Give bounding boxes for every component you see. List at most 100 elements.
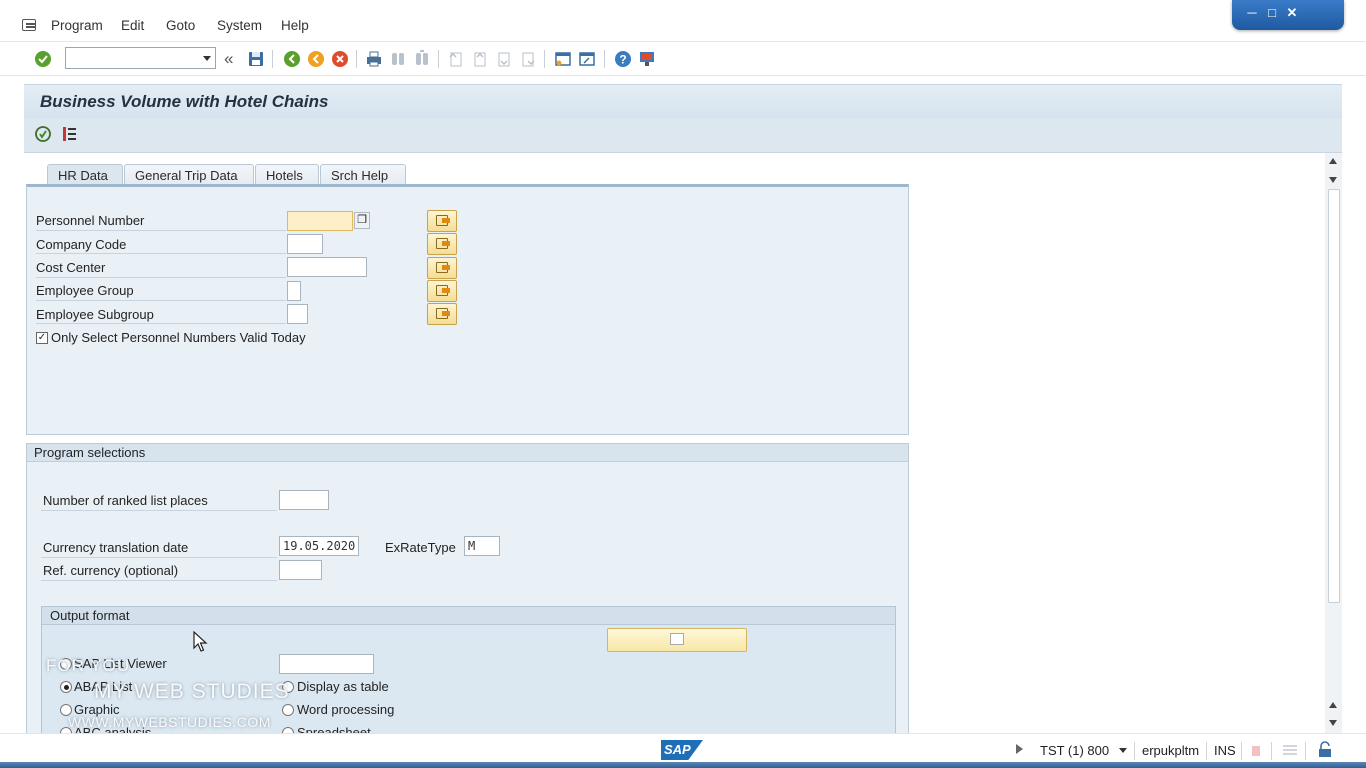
hr-data-panel: Personnel Number ❐ Company Code Cost Cen… [26,184,909,435]
insert-mode[interactable]: INS [1214,743,1236,758]
cancel-icon[interactable] [330,49,350,69]
company-code-input[interactable] [287,234,323,254]
currency-date-input[interactable]: 19.05.2020 [279,536,359,556]
scroll-up-icon[interactable] [1329,158,1337,164]
cost-center-input[interactable] [287,257,367,277]
multiple-selection-button[interactable] [427,257,457,279]
print-icon[interactable] [364,49,384,69]
radio-abap-list[interactable] [60,681,72,693]
menu-edit[interactable]: Edit [121,18,144,33]
collapse-icon[interactable]: « [224,49,233,69]
divider [41,557,277,558]
save-icon[interactable] [246,49,266,69]
divider [36,300,286,301]
vertical-scrollbar[interactable] [1325,153,1342,733]
valid-today-checkbox[interactable]: ✓ [36,332,48,344]
employee-subgroup-input[interactable] [287,304,308,324]
watermark-line3: WWW.MYWEBSTUDIES.COM [68,714,271,730]
back-icon[interactable] [282,49,302,69]
separator [438,50,439,68]
scroll-up-icon[interactable] [1329,702,1337,708]
ranked-list-input[interactable] [279,490,329,510]
multiple-selection-icon [436,238,450,249]
chevron-down-icon[interactable] [1119,748,1127,753]
system-toolbar: « ? [0,42,1366,76]
tab-srch-help[interactable]: Srch Help [320,164,406,185]
enter-icon[interactable] [33,49,53,69]
mouse-cursor-icon [193,631,208,652]
secure-icon [1252,746,1260,756]
exrate-type-label: ExRateType [385,540,456,555]
divider [36,277,286,278]
application-toolbar [24,118,1342,153]
find-next-icon[interactable] [412,49,432,69]
selection-options-icon[interactable] [60,125,78,143]
word-processing-label: Word processing [297,702,395,717]
divider [36,323,286,324]
customize-layout-icon[interactable] [637,49,657,69]
tab-general-trip-data[interactable]: General Trip Data [124,164,254,185]
exrate-type-input[interactable]: M [464,536,500,556]
execute-icon[interactable] [34,125,52,143]
scroll-down-icon[interactable] [1329,177,1337,183]
display-as-table-label: Display as table [297,679,389,694]
command-field[interactable] [65,47,216,69]
maximize-icon[interactable]: □ [1264,5,1280,21]
multiple-selection-button[interactable] [427,210,457,232]
f4-help-icon[interactable]: ❐ [354,212,370,229]
personnel-number-label: Personnel Number [36,213,145,228]
separator [1241,742,1242,760]
next-page-icon[interactable] [494,49,514,69]
divider [36,230,286,231]
svg-text:?: ? [619,53,626,67]
personnel-number-input[interactable] [287,211,353,231]
employee-group-input[interactable] [287,281,301,301]
play-icon[interactable] [1016,744,1023,754]
employee-group-label: Employee Group [36,283,134,298]
last-page-icon[interactable] [518,49,538,69]
menu-bar: Program Edit Goto System Help ─ □ ✕ [0,0,1366,42]
exit-icon[interactable] [306,49,326,69]
scroll-down-icon[interactable] [1329,720,1337,726]
shortcut-icon[interactable] [577,49,597,69]
menu-goto[interactable]: Goto [166,18,195,33]
settings-icon[interactable] [1282,743,1298,757]
divider [41,510,277,511]
layout-input[interactable] [279,654,374,674]
lock-icon[interactable] [1317,741,1333,759]
output-format-header: Output format [42,607,895,625]
tab-hr-data[interactable]: HR Data [47,164,123,186]
separator [272,50,273,68]
menu-system[interactable]: System [217,18,262,33]
sap-logo: SAP [661,740,703,760]
employee-subgroup-label: Employee Subgroup [36,307,154,322]
multiple-selection-button[interactable] [427,233,457,255]
menu-help[interactable]: Help [281,18,309,33]
close-icon[interactable]: ✕ [1284,5,1300,21]
help-icon[interactable]: ? [613,49,633,69]
multiple-selection-button[interactable] [427,303,457,325]
previous-page-icon[interactable] [470,49,490,69]
page-title: Business Volume with Hotel Chains [40,92,329,111]
output-format-title: Output format [50,608,130,623]
separator [1305,742,1306,760]
tab-hotels[interactable]: Hotels [255,164,319,185]
find-icon[interactable] [388,49,408,69]
new-session-icon[interactable] [553,49,573,69]
radio-word-processing[interactable] [282,704,294,716]
scrollbar-thumb[interactable] [1328,189,1340,603]
selection-screen: HR Data General Trip Data Hotels Srch He… [24,153,1325,733]
currency-date-label: Currency translation date [43,540,189,555]
minimize-icon[interactable]: ─ [1244,5,1260,21]
layout-variant-button[interactable] [607,628,747,652]
system-info[interactable]: TST (1) 800 [1040,743,1109,758]
menu-program[interactable]: Program [51,18,103,33]
multiple-selection-button[interactable] [427,280,457,302]
program-selections-title: Program selections [34,445,146,460]
multiple-selection-icon [436,215,450,226]
menu-icon[interactable] [22,19,36,31]
first-page-icon[interactable] [446,49,466,69]
chevron-down-icon[interactable] [203,56,211,61]
ref-currency-input[interactable] [279,560,322,580]
valid-today-label: Only Select Personnel Numbers Valid Toda… [51,330,306,345]
